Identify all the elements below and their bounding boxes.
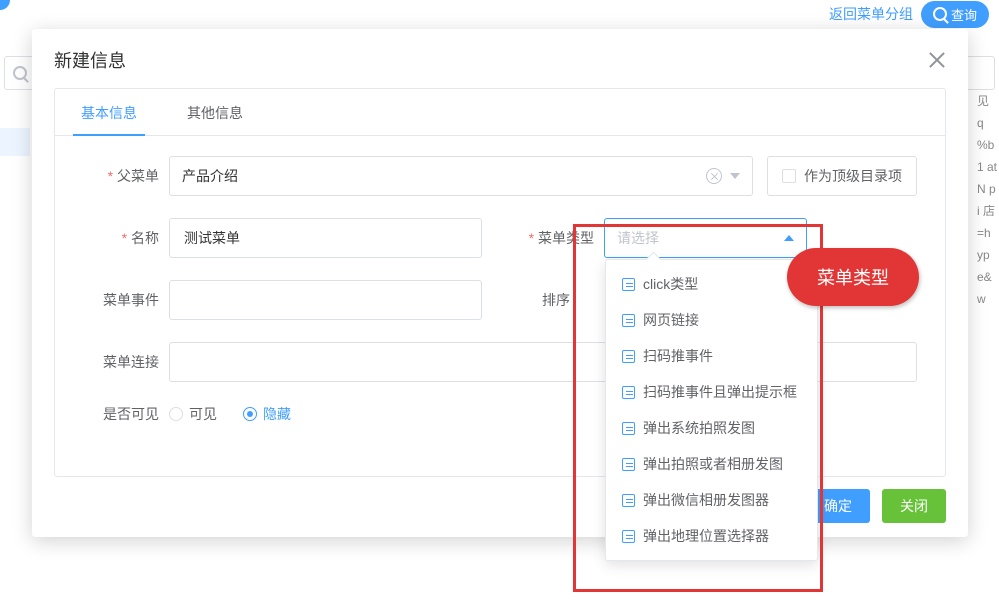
radio-visible-hide-label: 隐藏	[263, 404, 291, 424]
menu-type-option-label: 扫码推事件	[643, 346, 713, 366]
menu-type-option[interactable]: 弹出微信相册发图器	[606, 482, 817, 518]
top-level-checkbox[interactable]: 作为顶级目录项	[767, 156, 917, 196]
menu-type-option-label: 扫码推事件且弹出提示框	[643, 382, 797, 402]
close-button[interactable]: 关闭	[882, 489, 946, 523]
label-menu-link: 菜单连接	[83, 352, 159, 372]
menu-type-option[interactable]: 网页链接	[606, 302, 817, 338]
checkbox-box	[782, 169, 796, 183]
radio-dot	[243, 407, 257, 421]
list-item-icon	[622, 494, 635, 507]
menu-type-option[interactable]: click类型	[606, 266, 817, 302]
annotation-bubble: 菜单类型	[787, 248, 919, 306]
menu-type-option[interactable]: 弹出拍照或者相册发图	[606, 446, 817, 482]
label-visible: 是否可见	[83, 404, 159, 424]
chevron-down-icon	[784, 235, 794, 241]
list-item-icon	[622, 530, 635, 543]
menu-type-dropdown: click类型网页链接扫码推事件扫码推事件且弹出提示框弹出系统拍照发图弹出拍照或…	[605, 259, 818, 561]
label-parent-menu: 父菜单	[83, 166, 159, 186]
menu-event-input[interactable]	[169, 280, 482, 320]
name-input-field[interactable]	[182, 229, 469, 247]
label-menu-event: 菜单事件	[83, 290, 159, 310]
list-item-icon	[622, 386, 635, 399]
menu-type-option-label: 弹出拍照或者相册发图	[643, 454, 783, 474]
menu-type-option-label: 弹出地理位置选择器	[643, 526, 769, 546]
menu-type-option[interactable]: 扫码推事件	[606, 338, 817, 374]
form-tabs: 基本信息 其他信息	[55, 89, 945, 136]
label-name: 名称	[83, 228, 159, 248]
name-input[interactable]	[169, 218, 482, 258]
radio-visible-show-label: 可见	[189, 404, 217, 424]
modal-title: 新建信息	[54, 47, 126, 73]
radio-visible-hide[interactable]: 隐藏	[243, 404, 291, 424]
list-item-icon	[622, 350, 635, 363]
label-menu-type: 菜单类型	[518, 228, 594, 248]
parent-menu-value: 产品介绍	[182, 166, 238, 186]
radio-visible-show[interactable]: 可见	[169, 404, 217, 424]
menu-event-field[interactable]	[182, 291, 469, 309]
tab-basic-info[interactable]: 基本信息	[73, 89, 145, 135]
close-icon[interactable]	[928, 51, 946, 69]
menu-type-option-label: 网页链接	[643, 310, 699, 330]
list-item-icon	[622, 458, 635, 471]
list-item-icon	[622, 314, 635, 327]
menu-type-option-label: click类型	[643, 274, 698, 294]
menu-type-select[interactable]: 请选择 click类型网页链接扫码推事件扫码推事件且弹出提示框弹出系统拍照发图弹…	[604, 218, 807, 258]
annotation-label: 菜单类型	[817, 268, 889, 288]
menu-type-option-label: 弹出系统拍照发图	[643, 418, 755, 438]
menu-type-option[interactable]: 弹出系统拍照发图	[606, 410, 817, 446]
clear-icon[interactable]	[706, 168, 722, 184]
radio-dot	[169, 407, 183, 421]
list-item-icon	[622, 422, 635, 435]
menu-type-option[interactable]: 扫码推事件且弹出提示框	[606, 374, 817, 410]
parent-menu-select[interactable]: 产品介绍	[169, 156, 753, 196]
top-level-checkbox-label: 作为顶级目录项	[804, 166, 902, 186]
menu-type-placeholder: 请选择	[617, 228, 659, 248]
menu-type-option-label: 弹出微信相册发图器	[643, 490, 769, 510]
tab-other-info[interactable]: 其他信息	[179, 89, 251, 135]
chevron-down-icon	[730, 173, 740, 179]
label-sort: 排序	[518, 290, 570, 310]
list-item-icon	[622, 278, 635, 291]
menu-type-option[interactable]: 弹出地理位置选择器	[606, 518, 817, 554]
